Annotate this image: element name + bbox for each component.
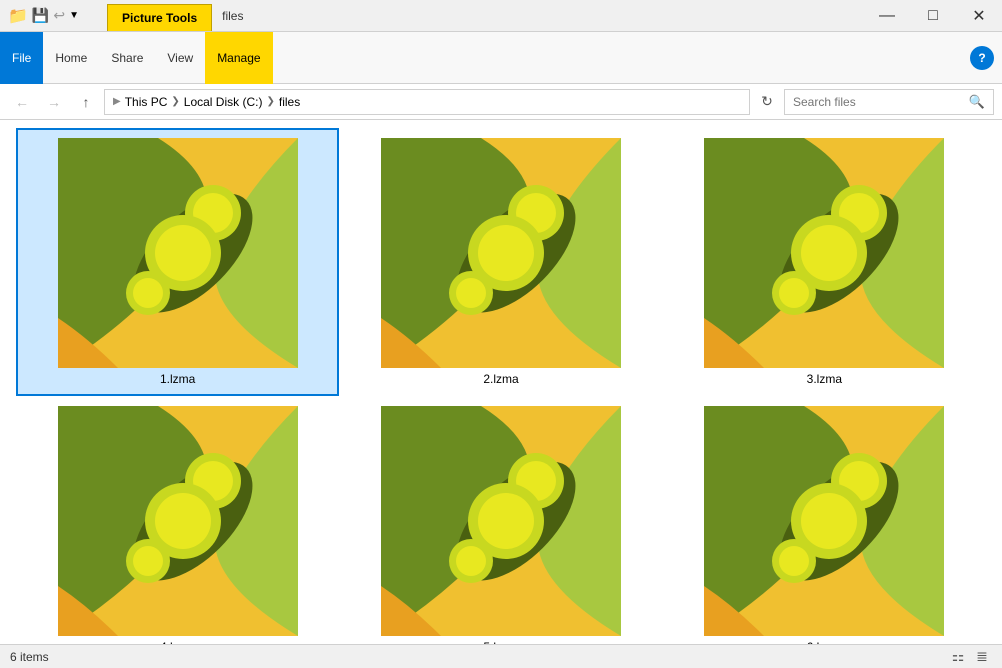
file-item-3[interactable]: 3.lzma: [663, 128, 986, 396]
file-label-2: 2.lzma: [483, 372, 518, 386]
tab-home[interactable]: Home: [43, 32, 99, 84]
item-count: 6 items: [10, 650, 49, 664]
thumbnail-4: [58, 406, 298, 636]
path-files: files: [279, 95, 300, 109]
file-item-1[interactable]: 1.lzma: [16, 128, 339, 396]
tab-share[interactable]: Share: [99, 32, 155, 84]
save-icon[interactable]: 💾: [32, 7, 49, 24]
view-controls: ⚏ ≣: [948, 647, 992, 667]
search-box[interactable]: 🔍: [784, 89, 994, 115]
file-item-6[interactable]: 6.lzma: [663, 396, 986, 644]
search-input[interactable]: [793, 95, 969, 109]
address-path[interactable]: ▶ This PC ❯ Local Disk (C:) ❯ files: [104, 89, 750, 115]
file-label-1: 1.lzma: [160, 372, 195, 386]
file-item-4[interactable]: 4.lzma: [16, 396, 339, 644]
help-button[interactable]: ?: [970, 46, 994, 70]
details-view-button[interactable]: ⚏: [948, 647, 968, 667]
search-icon: 🔍: [969, 94, 985, 110]
up-button[interactable]: ↑: [72, 88, 100, 116]
path-local-disk: Local Disk (C:): [184, 95, 263, 109]
thumbnail-2: [381, 138, 621, 368]
forward-button[interactable]: →: [40, 88, 68, 116]
thumbnail-6: [704, 406, 944, 636]
undo-icon[interactable]: ↩: [53, 7, 65, 24]
ribbon: File Home Share View Manage ?: [0, 32, 1002, 84]
file-item-5[interactable]: 5.lzma: [339, 396, 662, 644]
minimize-button[interactable]: —: [864, 0, 910, 32]
tab-manage[interactable]: Manage: [205, 32, 272, 84]
tab-file[interactable]: File: [0, 32, 43, 84]
folder-icon: 📁: [8, 6, 28, 26]
thumbnails-grid: 1.lzma 2.lzma: [16, 128, 986, 644]
title-bar-left: 📁 💾 ↩ ▼: [0, 0, 87, 31]
large-icons-view-button[interactable]: ≣: [972, 647, 992, 667]
maximize-button[interactable]: □: [910, 0, 956, 32]
close-button[interactable]: ✕: [956, 0, 1002, 32]
thumbnail-5: [381, 406, 621, 636]
path-arrow: ▶: [113, 96, 121, 107]
path-this-pc: This PC: [125, 95, 168, 109]
window-controls: — □ ✕: [864, 0, 1002, 31]
picture-tools-tab[interactable]: Picture Tools: [107, 4, 212, 31]
back-button[interactable]: ←: [8, 88, 36, 116]
title-bar: 📁 💾 ↩ ▼ Picture Tools files — □ ✕: [0, 0, 1002, 32]
refresh-button[interactable]: ↻: [754, 89, 780, 115]
path-sep-1: ❯: [171, 96, 179, 107]
tab-view[interactable]: View: [155, 32, 205, 84]
path-sep-2: ❯: [266, 96, 274, 107]
status-bar: 6 items ⚏ ≣: [0, 644, 1002, 668]
main-content: 1.lzma 2.lzma: [0, 120, 1002, 644]
file-item-2[interactable]: 2.lzma: [339, 128, 662, 396]
thumbnail-1: [58, 138, 298, 368]
window-title-label: files: [212, 3, 253, 29]
address-bar: ← → ↑ ▶ This PC ❯ Local Disk (C:) ❯ file…: [0, 84, 1002, 120]
thumbnail-3: [704, 138, 944, 368]
quick-access-dropdown[interactable]: ▼: [69, 10, 79, 21]
title-bar-center: Picture Tools files: [87, 0, 864, 31]
file-label-3: 3.lzma: [807, 372, 842, 386]
